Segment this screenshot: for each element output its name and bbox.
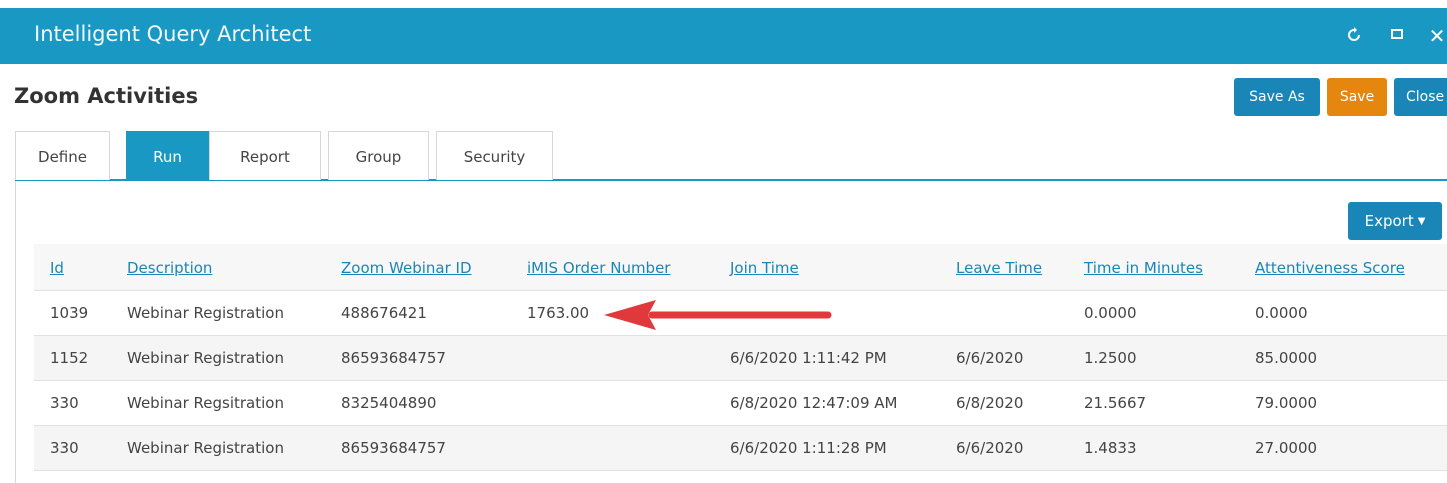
column-header-time-in-minutes[interactable]: Time in Minutes [1084, 244, 1203, 290]
save-button[interactable]: Save [1327, 78, 1387, 116]
cell-id: 330 [50, 439, 79, 457]
tab-group[interactable]: Group [328, 131, 429, 180]
cell-attentiveness-score: 27.0000 [1255, 439, 1318, 457]
cell-leave-time: 6/6/2020 [956, 439, 1024, 457]
cell-time-in-minutes: 1.4833 [1084, 439, 1137, 457]
cell-join-time: 6/8/2020 12:47:09 AM [730, 394, 898, 412]
window-title: Intelligent Query Architect [34, 22, 312, 46]
tab-report[interactable]: Report [209, 131, 321, 180]
cropped-heading-fragment [0, 0, 1447, 8]
column-header-imis-order-number[interactable]: iMIS Order Number [527, 244, 670, 290]
column-header-zoom-webinar-id[interactable]: Zoom Webinar ID [341, 244, 472, 290]
window-titlebar: Intelligent Query Architect ✕ [0, 8, 1447, 64]
column-header-join-time[interactable]: Join Time [730, 244, 799, 290]
cell-attentiveness-score: 85.0000 [1255, 349, 1318, 367]
cell-zoom-webinar-id: 8325404890 [341, 394, 437, 412]
cell-attentiveness-score: 79.0000 [1255, 394, 1318, 412]
tab-define[interactable]: Define [15, 131, 110, 180]
cell-id: 330 [50, 394, 79, 412]
cell-imis-order-number: 1763.00 [527, 304, 590, 322]
cell-leave-time: 6/8/2020 [956, 394, 1024, 412]
cell-id: 1039 [50, 304, 89, 322]
caret-down-icon: ▼ [1417, 215, 1426, 227]
tab-run[interactable]: Run [126, 131, 209, 181]
tab-security[interactable]: Security [436, 131, 553, 180]
results-table: Id Description Zoom Webinar ID iMIS Orde… [34, 244, 1447, 471]
export-label: Export [1364, 212, 1414, 230]
close-button[interactable]: Close [1394, 78, 1447, 116]
cell-time-in-minutes: 0.0000 [1084, 304, 1137, 322]
cell-attentiveness-score: 0.0000 [1255, 304, 1308, 322]
annotation-arrow-icon [604, 300, 832, 330]
column-header-description[interactable]: Description [127, 244, 212, 290]
cell-time-in-minutes: 1.2500 [1084, 349, 1137, 367]
cell-join-time: 6/6/2020 1:11:28 PM [730, 439, 887, 457]
save-as-button[interactable]: Save As [1234, 78, 1320, 116]
cell-id: 1152 [50, 349, 89, 367]
cell-description: Webinar Regsitration [127, 394, 284, 412]
table-header-row: Id Description Zoom Webinar ID iMIS Orde… [34, 244, 1447, 291]
export-button[interactable]: Export ▼ [1348, 202, 1442, 240]
cell-description: Webinar Registration [127, 439, 284, 457]
column-header-id[interactable]: Id [50, 244, 64, 290]
cell-time-in-minutes: 21.5667 [1084, 394, 1147, 412]
maximize-icon[interactable] [1385, 24, 1409, 48]
refresh-icon[interactable] [1342, 24, 1366, 48]
cell-zoom-webinar-id: 86593684757 [341, 349, 446, 367]
column-header-attentiveness-score[interactable]: Attentiveness Score [1255, 244, 1405, 290]
cell-zoom-webinar-id: 488676421 [341, 304, 427, 322]
cell-zoom-webinar-id: 86593684757 [341, 439, 446, 457]
tab-bar: Define Run Report Group Security [15, 131, 1447, 181]
cell-leave-time: 6/6/2020 [956, 349, 1024, 367]
close-icon[interactable]: ✕ [1425, 24, 1447, 48]
page-title: Zoom Activities [14, 84, 199, 108]
table-row[interactable]: 330 Webinar Regsitration 8325404890 6/8/… [34, 381, 1447, 426]
table-row[interactable]: 1152 Webinar Registration 86593684757 6/… [34, 336, 1447, 381]
table-row[interactable]: 330 Webinar Registration 86593684757 6/6… [34, 426, 1447, 471]
cell-description: Webinar Registration [127, 349, 284, 367]
column-header-leave-time[interactable]: Leave Time [956, 244, 1042, 290]
cell-description: Webinar Registration [127, 304, 284, 322]
cell-join-time: 6/6/2020 1:11:42 PM [730, 349, 887, 367]
